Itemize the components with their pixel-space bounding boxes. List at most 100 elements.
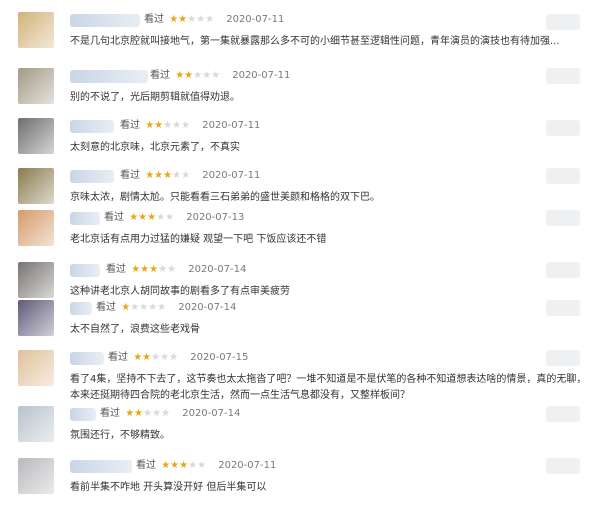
watched-label: 看过: [120, 170, 140, 181]
useful-button[interactable]: [546, 458, 580, 474]
useful-button[interactable]: [546, 350, 580, 366]
username-blurred[interactable]: [70, 408, 96, 421]
star-empty-icon: ★: [202, 70, 212, 81]
star-empty-icon: ★: [151, 352, 161, 363]
star-empty-icon: ★: [181, 170, 191, 181]
username-blurred[interactable]: [70, 264, 100, 277]
watched-label: 看过: [104, 212, 124, 223]
star-empty-icon: ★: [161, 408, 171, 419]
rating-stars: ★★★★★: [133, 352, 178, 363]
review-date: 2020-07-13: [186, 212, 245, 223]
star-filled-icon: ★: [145, 120, 155, 131]
star-filled-icon: ★: [163, 170, 173, 181]
star-empty-icon: ★: [158, 264, 168, 275]
useful-button[interactable]: [546, 406, 580, 422]
useful-button[interactable]: [546, 168, 580, 184]
review-meta: 看过 ★★★★★ 2020-07-14: [96, 301, 236, 315]
watched-label: 看过: [150, 70, 170, 81]
star-filled-icon: ★: [179, 460, 189, 471]
avatar[interactable]: [18, 210, 54, 246]
review-text: 太不自然了，浪费这些老戏骨: [70, 324, 200, 335]
star-empty-icon: ★: [148, 302, 158, 313]
review-meta: 看过 ★★★★★ 2020-07-11: [144, 13, 284, 27]
useful-button[interactable]: [546, 262, 580, 278]
useful-button[interactable]: [546, 14, 580, 30]
rating-stars: ★★★★★: [129, 212, 174, 223]
star-filled-icon: ★: [145, 170, 155, 181]
rating-stars: ★★★★★: [125, 408, 170, 419]
star-filled-icon: ★: [154, 170, 164, 181]
star-filled-icon: ★: [133, 352, 143, 363]
review-meta: 看过 ★★★★★ 2020-07-11: [136, 459, 276, 473]
watched-label: 看过: [120, 120, 140, 131]
star-filled-icon: ★: [161, 460, 171, 471]
star-empty-icon: ★: [193, 70, 203, 81]
avatar[interactable]: [18, 12, 54, 48]
avatar[interactable]: [18, 118, 54, 154]
username-blurred[interactable]: [70, 120, 114, 133]
review-text: 看前半集不咋地 开头算没开好 但后半集可以: [70, 482, 267, 493]
review-text: 太刻意的北京味，北京元素了，不真实: [70, 142, 240, 153]
avatar[interactable]: [18, 68, 54, 104]
star-filled-icon: ★: [121, 302, 131, 313]
star-empty-icon: ★: [181, 120, 191, 131]
star-empty-icon: ★: [172, 120, 182, 131]
avatar[interactable]: [18, 168, 54, 204]
star-empty-icon: ★: [169, 352, 179, 363]
watched-label: 看过: [106, 264, 126, 275]
star-empty-icon: ★: [172, 170, 182, 181]
username-blurred[interactable]: [70, 212, 100, 225]
star-filled-icon: ★: [131, 264, 141, 275]
review-date: 2020-07-11: [202, 170, 261, 181]
review-date: 2020-07-14: [178, 302, 237, 313]
avatar[interactable]: [18, 350, 54, 386]
rating-stars: ★★★★★: [131, 264, 176, 275]
star-empty-icon: ★: [139, 302, 149, 313]
star-filled-icon: ★: [184, 70, 194, 81]
username-blurred[interactable]: [70, 70, 148, 83]
username-blurred[interactable]: [70, 302, 92, 315]
review-date: 2020-07-11: [218, 460, 277, 471]
star-empty-icon: ★: [167, 264, 177, 275]
useful-button[interactable]: [546, 120, 580, 136]
star-filled-icon: ★: [134, 408, 144, 419]
username-blurred[interactable]: [70, 14, 140, 27]
review-text: 别的不说了，光后期剪辑就值得劝退。: [70, 92, 240, 103]
star-filled-icon: ★: [178, 14, 188, 25]
review-text: 看了4集，坚持不下去了，这节奏也太太拖沓了吧？一堆不知道是不是伏笔的各种不知道想…: [70, 374, 587, 401]
star-empty-icon: ★: [196, 14, 206, 25]
star-empty-icon: ★: [187, 14, 197, 25]
avatar[interactable]: [18, 262, 54, 298]
rating-stars: ★★★★★: [161, 460, 206, 471]
avatar[interactable]: [18, 458, 54, 494]
watched-label: 看过: [96, 302, 116, 313]
star-filled-icon: ★: [142, 352, 152, 363]
avatar[interactable]: [18, 406, 54, 442]
review-text: 这种讲老北京人胡同故事的剧看多了有点审美疲劳: [70, 286, 290, 297]
star-empty-icon: ★: [188, 460, 198, 471]
review-date: 2020-07-15: [190, 352, 249, 363]
star-filled-icon: ★: [147, 212, 157, 223]
watched-label: 看过: [136, 460, 156, 471]
username-blurred[interactable]: [70, 352, 104, 365]
rating-stars: ★★★★★: [121, 302, 166, 313]
useful-button[interactable]: [546, 300, 580, 316]
review-list: 看过 ★★★★★ 2020-07-11 不是几句北京腔就叫接地气，第一集就暴露那…: [0, 0, 600, 518]
star-empty-icon: ★: [157, 302, 167, 313]
star-empty-icon: ★: [130, 302, 140, 313]
username-blurred[interactable]: [70, 460, 132, 473]
watched-label: 看过: [144, 14, 164, 25]
review-meta: 看过 ★★★★★ 2020-07-14: [100, 407, 240, 421]
review-date: 2020-07-14: [182, 408, 241, 419]
avatar[interactable]: [18, 300, 54, 336]
useful-button[interactable]: [546, 210, 580, 226]
star-filled-icon: ★: [154, 120, 164, 131]
review-date: 2020-07-11: [232, 70, 291, 81]
useful-button[interactable]: [546, 68, 580, 84]
star-empty-icon: ★: [163, 120, 173, 131]
star-filled-icon: ★: [170, 460, 180, 471]
username-blurred[interactable]: [70, 170, 114, 183]
rating-stars: ★★★★★: [175, 70, 220, 81]
review-date: 2020-07-14: [188, 264, 247, 275]
star-empty-icon: ★: [165, 212, 175, 223]
